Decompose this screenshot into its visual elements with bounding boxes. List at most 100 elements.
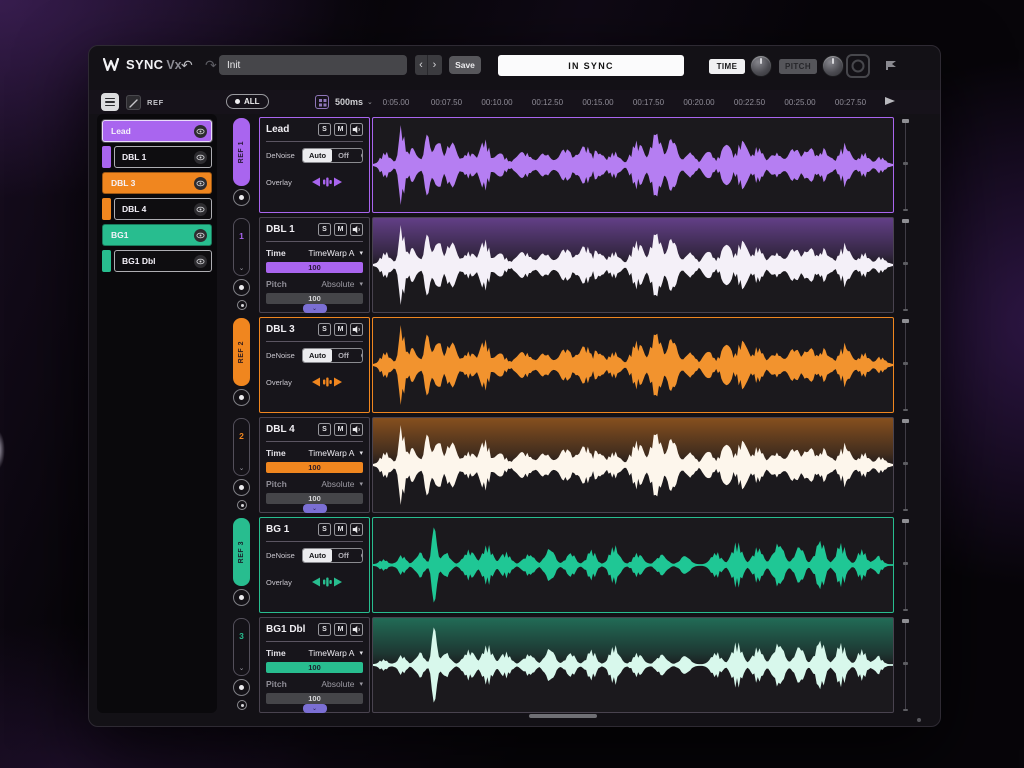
waveform-display[interactable] [372, 417, 894, 513]
track-list-item-body[interactable]: DBL 3 [102, 172, 212, 194]
speaker-button[interactable] [350, 623, 363, 636]
track-visibility-button[interactable] [194, 203, 207, 216]
waveform-zoom-slider[interactable] [900, 617, 911, 713]
solo-button[interactable]: S [318, 323, 331, 336]
speaker-button[interactable] [350, 323, 363, 336]
denoise-option-on[interactable]: On [355, 149, 363, 162]
lane-settings-button[interactable] [237, 500, 247, 510]
denoise-option-off[interactable]: Off [332, 149, 355, 162]
waveform-display[interactable] [372, 217, 894, 313]
time-mode-caret-icon[interactable]: ▾ [359, 649, 363, 657]
denoise-option-auto[interactable]: Auto [303, 149, 332, 162]
time-mode-select[interactable]: TimeWarp A [298, 448, 359, 458]
lane-index-tab[interactable]: 1 ⌄ [233, 218, 250, 276]
denoise-option-auto[interactable]: Auto [303, 549, 332, 562]
mute-button[interactable]: M [334, 423, 347, 436]
track-list-item-body[interactable]: DBL 1 [114, 146, 212, 168]
denoise-option-on[interactable]: On [355, 549, 363, 562]
undo-icon[interactable]: ↶ [181, 56, 193, 74]
lane-focus-button[interactable] [233, 679, 250, 696]
timeline-tick[interactable]: 00:22.50 [728, 98, 772, 107]
mute-button[interactable]: M [334, 523, 347, 536]
speaker-button[interactable] [350, 423, 363, 436]
mute-button[interactable]: M [334, 223, 347, 236]
resize-handle[interactable] [917, 718, 921, 722]
ruler-flag-icon[interactable] [885, 97, 895, 106]
track-visibility-button[interactable] [194, 125, 207, 138]
solo-button[interactable]: S [318, 523, 331, 536]
mute-button[interactable]: M [334, 323, 347, 336]
track-visibility-button[interactable] [194, 229, 207, 242]
waveform-zoom-slider[interactable] [900, 517, 911, 613]
denoise-option-off[interactable]: Off [332, 549, 355, 562]
track-list-item[interactable]: DBL 4 [102, 198, 212, 220]
pitch-knob[interactable] [822, 55, 844, 77]
overlay-icon[interactable] [310, 576, 344, 588]
time-mode-select[interactable]: TimeWarp A [298, 248, 359, 258]
time-mode-button[interactable]: TIME [709, 59, 745, 74]
lane-focus-button[interactable] [233, 479, 250, 496]
track-visibility-button[interactable] [194, 255, 207, 268]
track-list-item-body[interactable]: Lead [102, 120, 212, 142]
track-list-item[interactable]: BG1 Dbl [102, 250, 212, 272]
save-button[interactable]: Save [449, 56, 481, 74]
pitch-mode-caret-icon[interactable]: ▾ [359, 680, 363, 688]
overlay-icon[interactable] [310, 176, 344, 188]
time-amount-slider[interactable]: 100 [266, 262, 363, 273]
waveform-zoom-slider[interactable] [900, 417, 911, 513]
lane-focus-button[interactable] [233, 189, 250, 206]
pitch-mode-select[interactable]: Absolute [298, 479, 359, 489]
pitch-amount-slider[interactable]: 100 [266, 293, 363, 304]
lane-focus-button[interactable] [233, 389, 250, 406]
track-list-toggle-button[interactable] [101, 93, 119, 111]
timeline-tick[interactable]: 00:10.00 [475, 98, 519, 107]
timeline-tick[interactable]: 00:25.00 [778, 98, 822, 107]
overlay-icon[interactable] [310, 376, 344, 388]
lane-ref-tab[interactable]: REF 2 [233, 318, 250, 386]
timeline-tick[interactable]: 00:27.50 [829, 98, 873, 107]
grid-snap-icon[interactable] [315, 95, 329, 109]
speaker-button[interactable] [350, 123, 363, 136]
solo-button[interactable]: S [318, 623, 331, 636]
lane-settings-button[interactable] [237, 300, 247, 310]
timeline-tick[interactable]: 00:07.50 [425, 98, 469, 107]
track-visibility-button[interactable] [194, 151, 207, 164]
track-visibility-button[interactable] [194, 177, 207, 190]
time-mode-caret-icon[interactable]: ▾ [359, 249, 363, 257]
pitch-mode-select[interactable]: Absolute [298, 679, 359, 689]
lane-focus-button[interactable] [233, 279, 250, 296]
track-list-item[interactable]: DBL 1 [102, 146, 212, 168]
timeline-tick[interactable]: 00:12.50 [526, 98, 570, 107]
denoise-option-on[interactable]: On [355, 349, 363, 362]
lane-index-tab[interactable]: 2 ⌄ [233, 418, 250, 476]
lane-focus-button[interactable] [233, 589, 250, 606]
speaker-button[interactable] [350, 523, 363, 536]
time-amount-slider[interactable]: 100 [266, 662, 363, 673]
timeline-tick[interactable]: 0:05.00 [374, 98, 418, 107]
lane-index-tab[interactable]: 3 ⌄ [233, 618, 250, 676]
lane-settings-button[interactable] [237, 700, 247, 710]
time-mode-select[interactable]: TimeWarp A [298, 648, 359, 658]
settings-button[interactable] [846, 54, 870, 78]
waveform-zoom-slider[interactable] [900, 217, 911, 313]
solo-button[interactable]: S [318, 423, 331, 436]
pitch-mode-caret-icon[interactable]: ▾ [359, 280, 363, 288]
lane-ref-tab[interactable]: REF 3 [233, 518, 250, 586]
track-list-item-body[interactable]: BG1 Dbl [114, 250, 212, 272]
time-mode-caret-icon[interactable]: ▾ [359, 449, 363, 457]
pitch-mode-button[interactable]: PITCH [779, 59, 817, 74]
track-list-item[interactable]: DBL 3 [102, 172, 212, 194]
track-list-item-body[interactable]: BG1 [102, 224, 212, 246]
solo-button[interactable]: S [318, 223, 331, 236]
time-amount-slider[interactable]: 100 [266, 462, 363, 473]
waveform-zoom-slider[interactable] [900, 117, 911, 213]
grid-resolution-value[interactable]: 500ms [335, 97, 363, 107]
mute-button[interactable]: M [334, 123, 347, 136]
timeline-tick[interactable]: 00:15.00 [576, 98, 620, 107]
waveform-zoom-slider[interactable] [900, 317, 911, 413]
track-list-item-body[interactable]: DBL 4 [114, 198, 212, 220]
preset-name-input[interactable] [219, 55, 407, 75]
timeline-tick[interactable]: 00:17.50 [627, 98, 671, 107]
expand-panel-handle[interactable]: ⌄ [303, 504, 327, 513]
waveform-display[interactable] [372, 117, 894, 213]
